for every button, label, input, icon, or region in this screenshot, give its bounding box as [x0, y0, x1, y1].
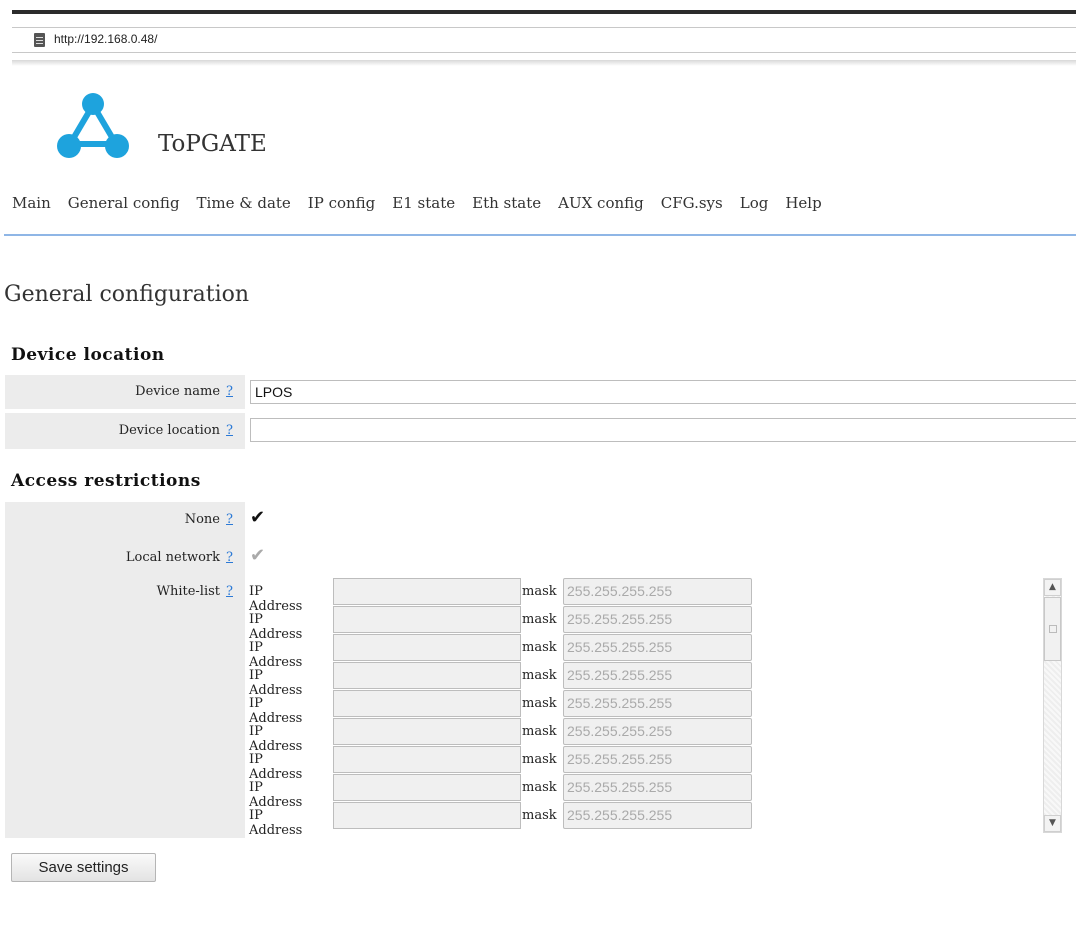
nav-divider: [4, 234, 1076, 236]
nav-item-aux-config[interactable]: AUX config: [558, 194, 644, 212]
mask-label: mask: [522, 612, 557, 627]
device-location-label: Device location?: [5, 413, 245, 449]
mask-label: mask: [522, 808, 557, 823]
mask-input[interactable]: 255.255.255.255: [563, 606, 752, 633]
mask-label: mask: [522, 780, 557, 795]
none-label-text: None: [184, 512, 221, 527]
topgate-logo: [57, 93, 129, 158]
scroll-thumb[interactable]: [1044, 597, 1061, 661]
device-location-heading: Device location: [11, 345, 165, 365]
nav-item-general-config[interactable]: General config: [68, 194, 180, 212]
ip-address-input[interactable]: [333, 746, 521, 773]
device-location-help[interactable]: ?: [226, 423, 233, 438]
ip-address-input[interactable]: [333, 606, 521, 633]
mask-label: mask: [522, 752, 557, 767]
ip-address-input[interactable]: [333, 690, 521, 717]
ip-address-label: IP Address: [249, 668, 303, 698]
ip-address-input[interactable]: [333, 578, 521, 605]
nav-item-main[interactable]: Main: [12, 194, 51, 212]
browser-border: [12, 10, 1076, 14]
whitelist-scrollbar[interactable]: ▲ ▼: [1043, 578, 1062, 833]
ip-address-label: IP Address: [249, 808, 303, 838]
local-network-label-text: Local network: [125, 550, 221, 565]
access-restrictions-heading: Access restrictions: [11, 471, 201, 491]
url-text[interactable]: http://192.168.0.48/: [54, 32, 157, 46]
mask-input[interactable]: 255.255.255.255: [563, 774, 752, 801]
grip-icon: [1049, 625, 1057, 633]
ip-address-input[interactable]: [333, 718, 521, 745]
mask-label: mask: [522, 640, 557, 655]
address-bar[interactable]: http://192.168.0.48/: [12, 27, 1076, 53]
none-checkbox[interactable]: ✔: [250, 509, 266, 527]
ip-address-input[interactable]: [333, 774, 521, 801]
whitelist-help[interactable]: ?: [226, 584, 233, 599]
none-help[interactable]: ?: [226, 512, 233, 527]
local-network-help[interactable]: ?: [226, 550, 233, 565]
mask-label: mask: [522, 696, 557, 711]
main-nav: Main General config Time & date IP confi…: [12, 194, 839, 212]
ip-address-label: IP Address: [249, 584, 303, 614]
mask-input[interactable]: 255.255.255.255: [563, 578, 752, 605]
device-name-label-text: Device name: [135, 384, 221, 399]
whitelist-label: White-list?: [5, 578, 245, 606]
ip-address-input[interactable]: [333, 802, 521, 829]
mask-label: mask: [522, 668, 557, 683]
nav-item-log[interactable]: Log: [740, 194, 769, 212]
page-icon: [34, 33, 45, 47]
ip-address-label: IP Address: [249, 612, 303, 642]
mask-input[interactable]: 255.255.255.255: [563, 746, 752, 773]
ip-address-label: IP Address: [249, 696, 303, 726]
device-location-input[interactable]: [250, 418, 1076, 442]
page-title: General configuration: [4, 282, 250, 307]
nav-item-ip-config[interactable]: IP config: [308, 194, 376, 212]
ip-address-label: IP Address: [249, 752, 303, 782]
mask-input[interactable]: 255.255.255.255: [563, 662, 752, 689]
mask-input[interactable]: 255.255.255.255: [563, 718, 752, 745]
ip-address-input[interactable]: [333, 662, 521, 689]
mask-input[interactable]: 255.255.255.255: [563, 634, 752, 661]
brand-name: ToPGATE: [158, 131, 267, 157]
mask-input[interactable]: 255.255.255.255: [563, 802, 752, 829]
none-label: None?: [5, 502, 245, 538]
ip-address-label: IP Address: [249, 724, 303, 754]
nav-item-e1-state[interactable]: E1 state: [392, 194, 455, 212]
whitelist-label-text: White-list: [156, 584, 221, 599]
nav-item-cfg-sys[interactable]: CFG.sys: [661, 194, 723, 212]
device-name-label: Device name?: [5, 375, 245, 409]
device-location-label-text: Device location: [118, 423, 221, 438]
mask-input[interactable]: 255.255.255.255: [563, 690, 752, 717]
ip-address-input[interactable]: [333, 634, 521, 661]
scroll-down-icon[interactable]: ▼: [1044, 815, 1061, 832]
local-network-label: Local network?: [5, 540, 245, 576]
mask-label: mask: [522, 584, 557, 599]
save-settings-button[interactable]: Save settings: [11, 853, 156, 882]
nav-item-help[interactable]: Help: [785, 194, 821, 212]
device-name-input[interactable]: [250, 380, 1076, 404]
nav-item-time-date[interactable]: Time & date: [197, 194, 291, 212]
nav-item-eth-state[interactable]: Eth state: [472, 194, 541, 212]
device-name-help[interactable]: ?: [226, 384, 233, 399]
chrome-shadow: [12, 60, 1076, 66]
scroll-up-icon[interactable]: ▲: [1044, 579, 1061, 596]
ip-address-label: IP Address: [249, 780, 303, 810]
local-network-checkbox[interactable]: ✔: [250, 547, 266, 565]
ip-address-label: IP Address: [249, 640, 303, 670]
mask-label: mask: [522, 724, 557, 739]
